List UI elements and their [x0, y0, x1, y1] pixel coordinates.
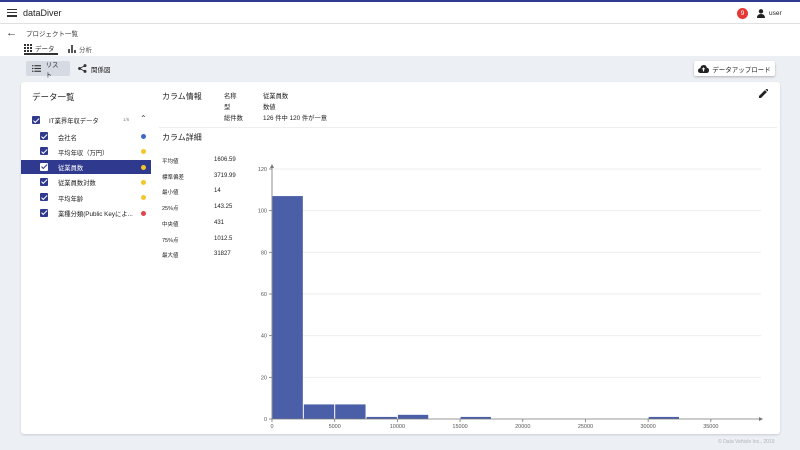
y-tick-label: 80 [261, 250, 267, 256]
histogram-bar [272, 196, 303, 419]
y-axis-arrow [270, 164, 274, 168]
y-tick-label: 40 [261, 334, 267, 340]
cloud-upload-icon [698, 64, 710, 73]
user-label[interactable]: user [769, 10, 782, 17]
y-tick-label: 60 [261, 292, 267, 298]
user-icon[interactable] [757, 9, 765, 18]
list-view-label: リスト [45, 61, 59, 79]
y-tick-label: 120 [258, 167, 267, 173]
histogram-bar [335, 404, 366, 419]
bar-chart-icon [68, 44, 76, 53]
y-tick-label: 20 [261, 375, 267, 381]
x-tick-label: 25000 [578, 424, 593, 430]
y-tick-label: 0 [264, 417, 267, 423]
x-tick-label: 20000 [515, 424, 530, 430]
tab-analysis-label: 分析 [79, 46, 92, 54]
data-upload-button[interactable]: データアップロード [694, 61, 775, 76]
histogram-chart: 0 20 40 60 80 100 120 0 5000 10000 15000 20000 25000… [258, 164, 763, 430]
sub-header: ← プロジェクト一覧 データ 分析 [0, 24, 800, 56]
relation-view-label: 関係図 [91, 66, 111, 74]
notification-badge[interactable]: 9 [737, 8, 748, 19]
x-tick-label: 10000 [390, 424, 405, 430]
tab-data-label: データ [35, 45, 55, 53]
share-icon [78, 64, 87, 73]
x-axis-arrow [759, 417, 763, 421]
x-tick-label: 5000 [329, 424, 341, 430]
breadcrumb[interactable]: プロジェクト一覧 [26, 28, 78, 38]
back-arrow-icon[interactable]: ← [6, 27, 17, 39]
app-bar: dataDiver 9 user [0, 2, 800, 24]
list-view-button[interactable]: リスト [26, 61, 70, 79]
histogram-bar [397, 414, 429, 419]
x-tick-label: 15000 [452, 424, 467, 430]
histogram-bar [303, 404, 335, 419]
list-icon [32, 65, 42, 72]
tab-analysis[interactable]: 分析 [68, 42, 92, 55]
app-title: dataDiver [23, 7, 62, 18]
grid-icon [24, 43, 32, 52]
x-tick-label: 30000 [641, 424, 656, 430]
data-upload-label: データアップロード [712, 66, 771, 74]
x-tick-label: 35000 [703, 424, 718, 430]
y-tick-label: 100 [258, 209, 267, 215]
main-card: データ一覧 IT業界年収データ 1/6 ⌃ 会社名 平均年収（万円） 従業員数 従業員… [21, 82, 780, 434]
relation-view-button[interactable]: 関係図 [72, 61, 117, 76]
tab-data[interactable]: データ [24, 42, 58, 55]
menu-icon[interactable] [7, 8, 17, 17]
footer-copyright: © Data Vehicle Inc., 2019 [718, 439, 775, 445]
x-tick-label: 0 [270, 424, 273, 430]
